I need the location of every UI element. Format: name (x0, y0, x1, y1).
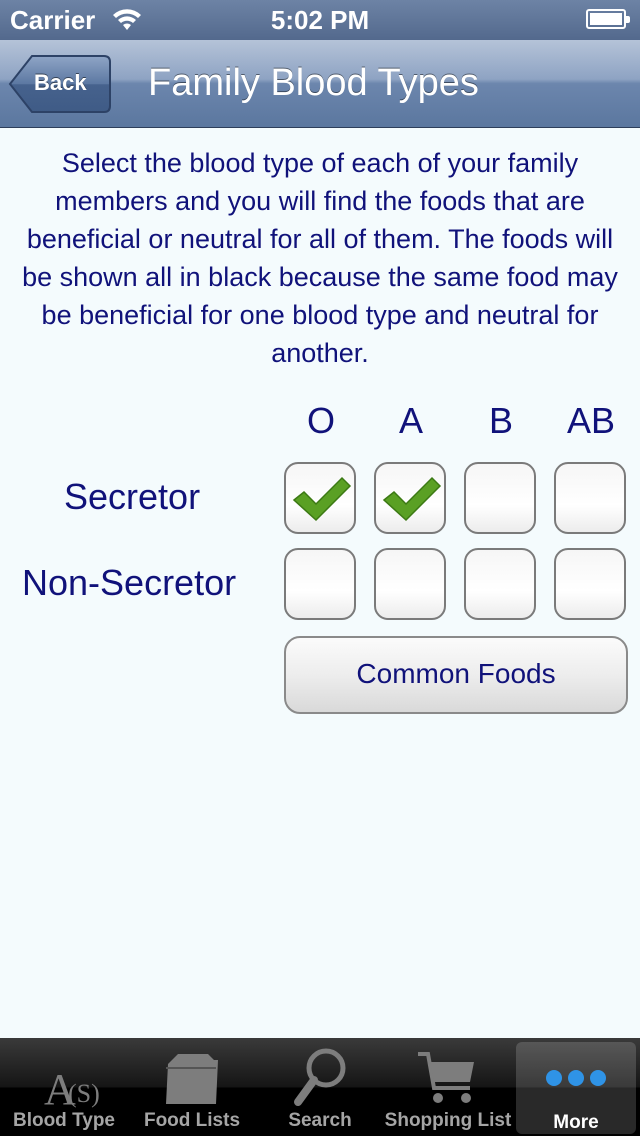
back-label: Back (34, 70, 87, 95)
checkbox-non-secretor-o[interactable] (284, 548, 356, 620)
checkbox-secretor-a[interactable] (374, 462, 446, 534)
checkbox-secretor-ab[interactable] (554, 462, 626, 534)
tab-label: Shopping List (384, 1110, 512, 1131)
navigation-bar: Back Family Blood Types (0, 40, 640, 128)
more-dots-icon (546, 1070, 606, 1086)
checkmark-icon (382, 476, 442, 522)
row-label-non-secretor: Non-Secretor (22, 562, 237, 603)
row-label-secretor: Secretor (64, 476, 201, 517)
checkbox-secretor-b[interactable] (464, 462, 536, 534)
status-time: 5:02 PM (270, 5, 370, 35)
column-header-b: B (488, 400, 513, 441)
tab-more[interactable]: More (516, 1042, 636, 1134)
checkbox-non-secretor-a[interactable] (374, 548, 446, 620)
cart-icon (418, 1052, 474, 1103)
intro-text: Select the blood type of each of your fa… (22, 148, 618, 368)
tab-label: Food Lists (143, 1110, 241, 1131)
tab-bar: A (S) Blood Type Food Lists Search Shopp… (0, 1038, 640, 1136)
status-bar: Carrier 5:02 PM (0, 0, 640, 40)
page-title: Family Blood Types (148, 62, 479, 104)
tab-search[interactable]: Search (256, 1038, 384, 1136)
tab-label: Search (288, 1110, 352, 1131)
common-foods-button[interactable]: Common Foods (284, 636, 628, 714)
tab-blood-type[interactable]: A (S) Blood Type (0, 1038, 128, 1136)
svg-text:(S): (S) (68, 1079, 100, 1108)
tab-label: Blood Type (12, 1110, 116, 1131)
checkmark-icon (292, 476, 352, 522)
checkbox-secretor-o[interactable] (284, 462, 356, 534)
battery-icon (586, 9, 630, 29)
back-button[interactable]: Back (8, 54, 112, 114)
tab-shopping-list[interactable]: Shopping List (384, 1038, 512, 1136)
checkbox-non-secretor-b[interactable] (464, 548, 536, 620)
column-header-o: O (306, 400, 335, 441)
magnifier-icon (294, 1048, 346, 1106)
checkbox-non-secretor-ab[interactable] (554, 548, 626, 620)
folder-icon (166, 1054, 218, 1104)
blood-type-icon: A (S) (44, 1065, 100, 1108)
tab-label: More (553, 1112, 599, 1133)
tab-food-lists[interactable]: Food Lists (128, 1038, 256, 1136)
column-header-a: A (398, 400, 423, 441)
column-header-ab: AB (566, 400, 616, 441)
